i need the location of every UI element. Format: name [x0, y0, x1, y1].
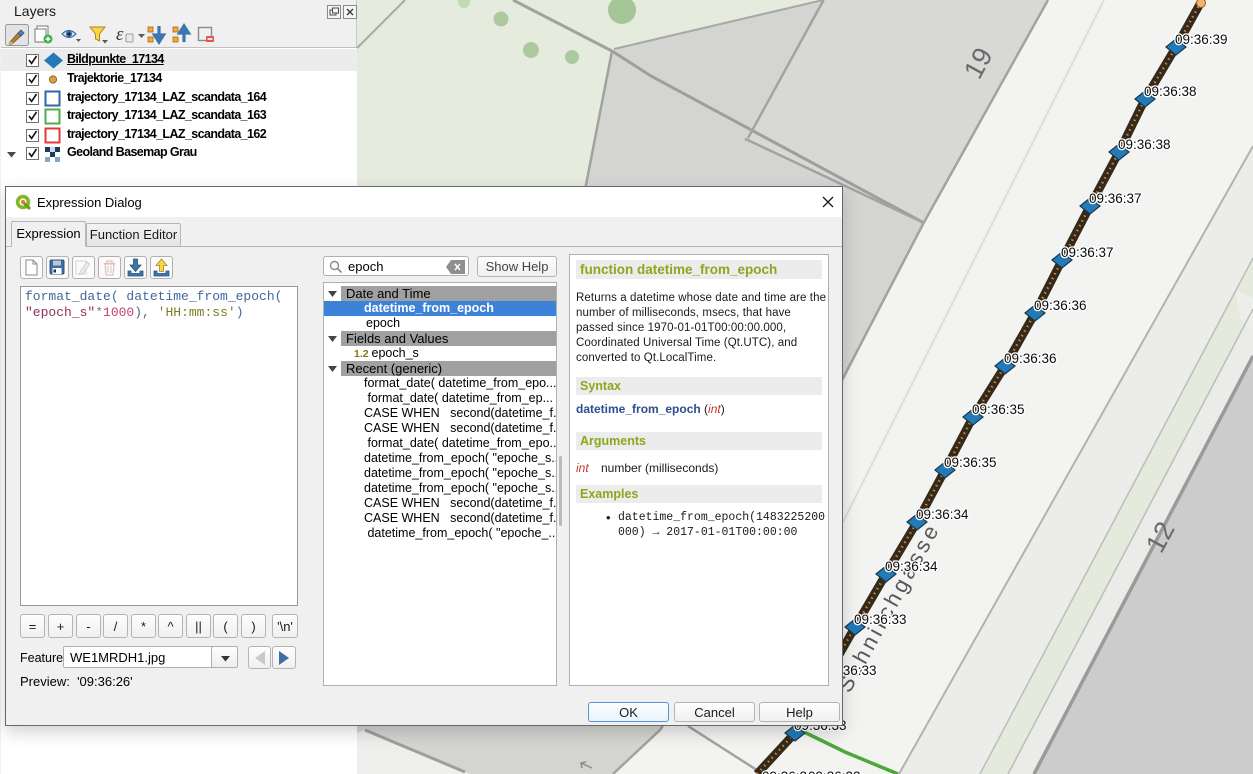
svg-text:09:36:39: 09:36:39	[1175, 32, 1228, 47]
svg-text:09:36:33: 09:36:33	[808, 769, 861, 774]
svg-text:09:36:35: 09:36:35	[944, 455, 997, 470]
svg-text:09:36:38: 09:36:38	[1118, 137, 1171, 152]
svg-text:09:36:36: 09:36:36	[1004, 351, 1057, 366]
svg-text:09:36:35: 09:36:35	[972, 402, 1025, 417]
svg-text:09:36:37: 09:36:37	[1061, 245, 1114, 260]
svg-text:09:36:38: 09:36:38	[1144, 84, 1197, 99]
svg-text:09:36:34: 09:36:34	[916, 507, 969, 522]
svg-text:09:36:37: 09:36:37	[1089, 191, 1142, 206]
svg-text:ε: ε	[116, 24, 124, 45]
svg-text:09:36:34: 09:36:34	[885, 559, 938, 574]
svg-text:09:36:33: 09:36:33	[854, 612, 907, 627]
svg-text:09:36:36: 09:36:36	[1034, 298, 1087, 313]
svg-text:09:36:32: 09:36:32	[762, 769, 815, 774]
